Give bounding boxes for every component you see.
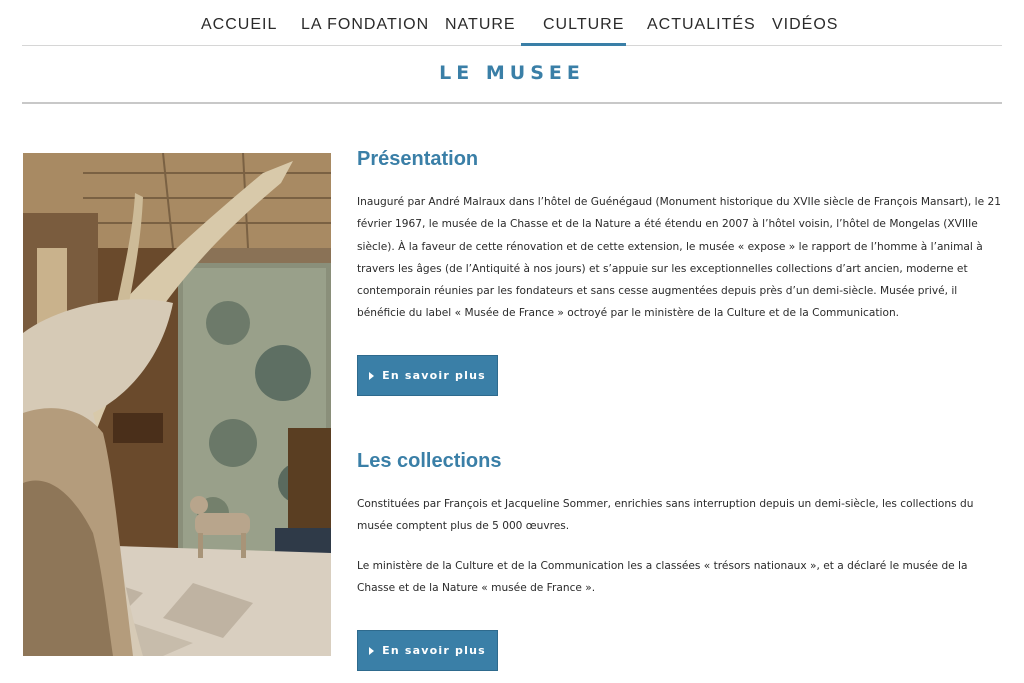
page-title: LE MUSEE xyxy=(439,62,585,84)
collections-text-2: Le ministère de la Culture et de la Comm… xyxy=(357,560,968,595)
presentation-heading: Présentation xyxy=(357,148,479,170)
nav-item-actualites[interactable]: ACTUALITÉS xyxy=(647,16,756,34)
nav-item-la-fondation[interactable]: LA FONDATION xyxy=(301,16,429,34)
presentation-more-button[interactable]: En savoir plus xyxy=(357,355,498,396)
presentation-text: Inauguré par André Malraux dans l’hôtel … xyxy=(357,196,1001,320)
collections-more-button[interactable]: En savoir plus xyxy=(357,630,498,671)
nav-item-culture[interactable]: CULTURE xyxy=(543,16,624,34)
collections-text-1: Constituées par François et Jacqueline S… xyxy=(357,498,974,533)
nav-divider xyxy=(22,45,1002,46)
nav-item-nature[interactable]: NATURE xyxy=(445,16,516,34)
title-divider xyxy=(22,102,1002,104)
button-label: En savoir plus xyxy=(382,369,486,382)
main-navigation: ACCUEIL LA FONDATION NATURE CULTURE ACTU… xyxy=(0,0,1024,46)
collections-heading: Les collections xyxy=(357,450,502,472)
triangle-right-icon xyxy=(369,646,375,655)
triangle-right-icon xyxy=(369,371,375,380)
nav-item-videos[interactable]: VIDÉOS xyxy=(772,16,838,34)
museum-interior-photo xyxy=(23,153,331,656)
button-label: En savoir plus xyxy=(382,644,486,657)
nav-active-indicator xyxy=(521,43,626,46)
nav-item-accueil[interactable]: ACCUEIL xyxy=(201,16,277,34)
